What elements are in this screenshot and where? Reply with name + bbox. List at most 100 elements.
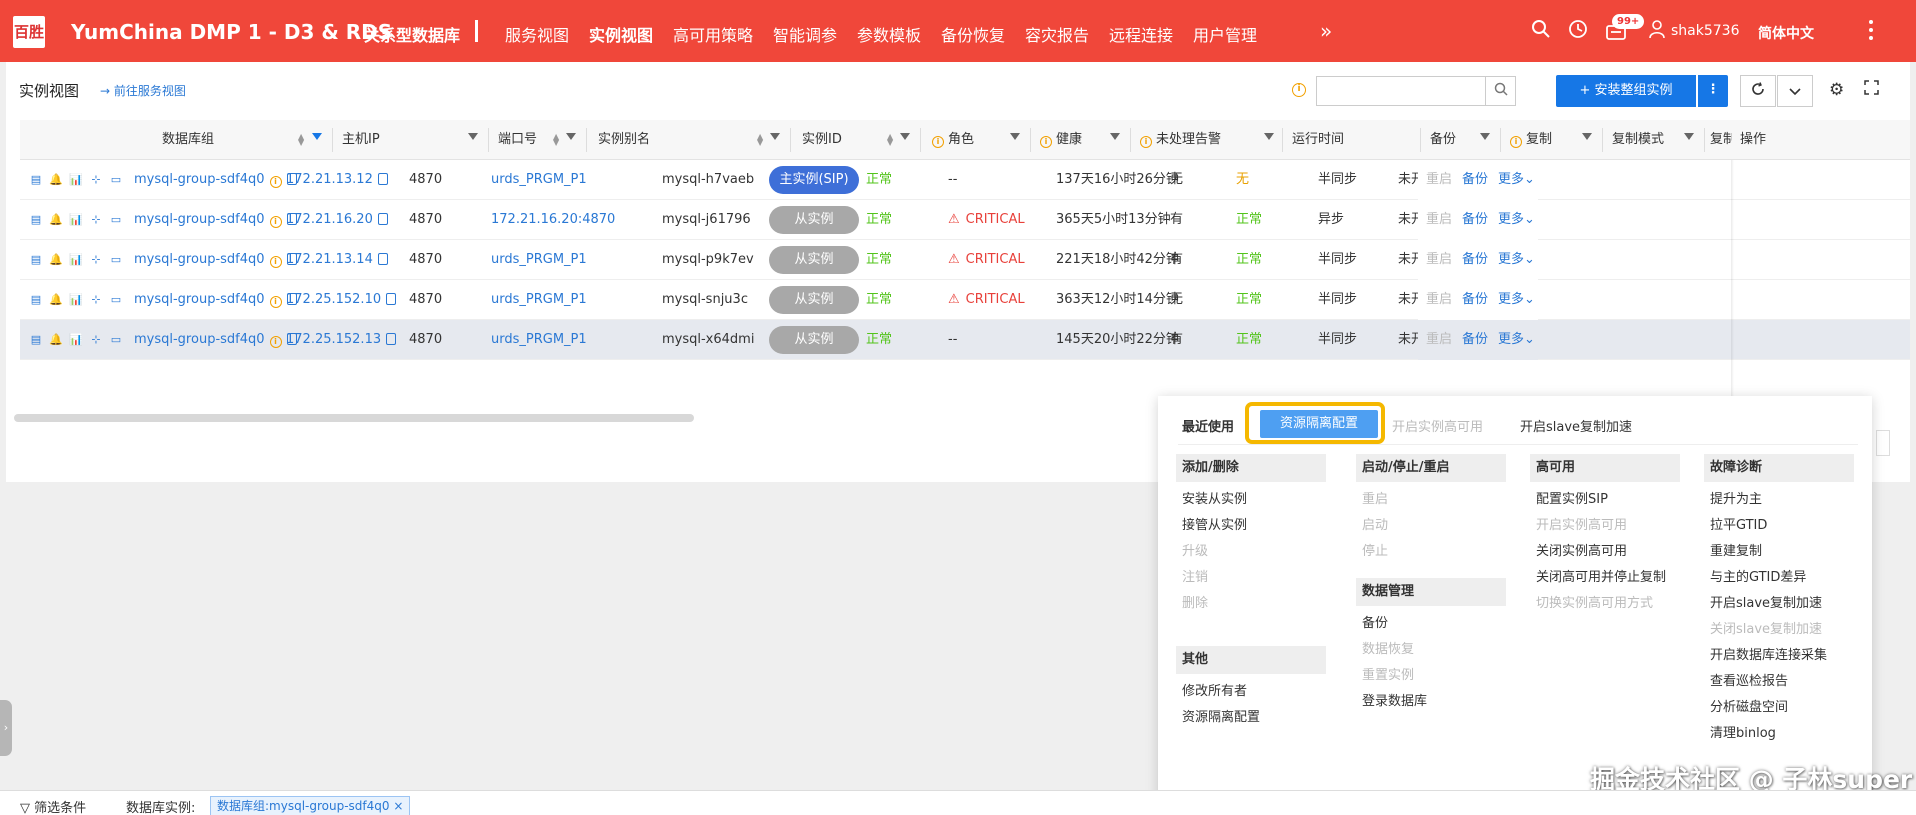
alias-link[interactable]: urds_PRGM_P1 xyxy=(491,320,587,360)
filter-icon[interactable] xyxy=(900,133,910,140)
backup-action[interactable]: 备份 xyxy=(1462,320,1488,360)
filter-icon[interactable] xyxy=(1582,133,1592,140)
monitor-chart-icon[interactable]: 📊 xyxy=(68,172,84,188)
restart-action[interactable]: 重启 xyxy=(1426,320,1452,360)
info-icon[interactable]: i xyxy=(1292,83,1306,97)
db-group-cell[interactable]: mysql-group-sdf4q0 i xyxy=(134,240,297,280)
copy-icon[interactable] xyxy=(377,173,388,185)
filter-icon[interactable] xyxy=(312,133,322,140)
menu-item-high-availability[interactable]: 关闭实例高可用 xyxy=(1536,540,1627,559)
topology-icon[interactable]: ⊹ xyxy=(88,332,104,348)
filter-icon[interactable] xyxy=(1110,133,1120,140)
nav-item-service-view[interactable]: 服务视图 xyxy=(505,22,569,46)
menu-item-add-remove[interactable]: 接管从实例 xyxy=(1182,514,1247,533)
filter-icon[interactable] xyxy=(1480,133,1490,140)
table-row[interactable]: ▤ 🔔 📊 ⊹ ▭ mysql-group-sdf4q0 i 172.21.13.14 4870… xyxy=(20,240,1910,280)
alert-cell[interactable]: ⚠ CRITICAL xyxy=(948,240,1025,280)
install-more-button[interactable]: ⋮ xyxy=(1698,75,1728,107)
user-icon[interactable] xyxy=(1648,19,1666,44)
info-icon[interactable]: i xyxy=(269,296,282,308)
restart-action[interactable]: 重启 xyxy=(1426,280,1452,320)
nav-item-ha-policy[interactable]: 高可用策略 xyxy=(673,22,753,46)
nav-item-smart-tuning[interactable]: 智能调参 xyxy=(773,22,837,46)
monitor-chart-icon[interactable]: 📊 xyxy=(68,332,84,348)
table-horizontal-scrollbar[interactable] xyxy=(14,414,694,422)
nav-item-dr-report[interactable]: 容灾报告 xyxy=(1025,22,1089,46)
history-clock-icon[interactable] xyxy=(1568,19,1588,44)
db-group-link[interactable]: mysql-group-sdf4q0 xyxy=(134,252,265,267)
fullscreen-icon[interactable] xyxy=(1864,80,1879,100)
menu-item-high-availability[interactable]: 配置实例SIP xyxy=(1536,488,1608,507)
alarm-bell-icon[interactable]: 🔔 xyxy=(48,252,64,268)
filter-tag[interactable]: 数据库组:mysql-group-sdf4q0 × xyxy=(210,796,411,815)
alarm-bell-icon[interactable]: 🔔 xyxy=(48,292,64,308)
restart-action[interactable]: 重启 xyxy=(1426,160,1452,200)
info-icon[interactable]: i xyxy=(269,256,282,268)
menu-item-fault-diagnosis[interactable]: 拉平GTID xyxy=(1710,514,1767,533)
search-input[interactable] xyxy=(1316,76,1516,106)
menu-item-other[interactable]: 资源隔离配置 xyxy=(1182,706,1260,725)
copy-icon[interactable] xyxy=(386,293,397,305)
menu-item-fault-diagnosis[interactable]: 清理binlog xyxy=(1710,722,1776,741)
topology-icon[interactable]: ⊹ xyxy=(88,292,104,308)
info-icon[interactable]: i xyxy=(269,216,282,228)
alarm-bell-icon[interactable]: 🔔 xyxy=(48,212,64,228)
recent-enable-ha[interactable]: 开启实例高可用 xyxy=(1392,416,1483,435)
sidebar-expand-handle[interactable]: › xyxy=(0,700,12,756)
backup-action[interactable]: 备份 xyxy=(1462,240,1488,280)
filter-icon[interactable] xyxy=(566,133,576,140)
filter-icon[interactable] xyxy=(468,133,478,140)
filter-icon[interactable] xyxy=(1010,133,1020,140)
backup-action[interactable]: 备份 xyxy=(1462,280,1488,320)
host-ip-cell[interactable]: 172.21.13.12 xyxy=(286,160,388,200)
table-row[interactable]: ▤ 🔔 📊 ⊹ ▭ mysql-group-sdf4q0 i 172.25.152.13 487… xyxy=(20,320,1910,360)
restart-action[interactable]: 重启 xyxy=(1426,200,1452,240)
more-actions-button[interactable]: 更多⌄ xyxy=(1498,320,1535,360)
host-ip-link[interactable]: 172.21.16.20 xyxy=(286,212,373,227)
host-ip-link[interactable]: 172.21.13.12 xyxy=(286,172,373,187)
host-ip-link[interactable]: 172.21.13.14 xyxy=(286,252,373,267)
topology-icon[interactable]: ⊹ xyxy=(88,252,104,268)
recent-resource-isolation[interactable]: 资源隔离配置 xyxy=(1260,410,1378,438)
detail-doc-icon[interactable]: ▤ xyxy=(28,212,44,228)
alarm-bell-icon[interactable]: 🔔 xyxy=(48,172,64,188)
sort-icon[interactable]: ▲ ▼ xyxy=(553,133,559,147)
host-ip-cell[interactable]: 172.25.152.13 xyxy=(286,320,397,360)
menu-item-fault-diagnosis[interactable]: 提升为主 xyxy=(1710,488,1762,507)
menu-item-fault-diagnosis[interactable]: 开启slave复制加速 xyxy=(1710,592,1822,611)
detail-doc-icon[interactable]: ▤ xyxy=(28,292,44,308)
console-icon[interactable]: ▭ xyxy=(108,252,124,268)
nav-item-backup-restore[interactable]: 备份恢复 xyxy=(941,22,1005,46)
menu-item-fault-diagnosis[interactable]: 与主的GTID差异 xyxy=(1710,566,1806,585)
monitor-chart-icon[interactable]: 📊 xyxy=(68,252,84,268)
db-group-cell[interactable]: mysql-group-sdf4q0 i xyxy=(134,320,297,360)
alert-cell[interactable]: ⚠ CRITICAL xyxy=(948,280,1025,320)
menu-item-data-mgmt[interactable]: 备份 xyxy=(1362,612,1388,631)
db-group-cell[interactable]: mysql-group-sdf4q0 i xyxy=(134,200,297,240)
more-actions-button[interactable]: 更多⌄ xyxy=(1498,280,1535,320)
nav-item-instance-view[interactable]: 实例视图 xyxy=(589,22,653,46)
table-row[interactable]: ▤ 🔔 📊 ⊹ ▭ mysql-group-sdf4q0 i 172.25.152.10 487… xyxy=(20,280,1910,320)
settings-gear-icon[interactable]: ⚙ xyxy=(1829,80,1844,100)
goto-service-view-link[interactable]: → 前往服务视图 xyxy=(100,82,186,99)
username[interactable]: shak5736 xyxy=(1671,23,1739,39)
info-icon[interactable]: i xyxy=(269,176,282,188)
nav-more-icon[interactable]: » xyxy=(1320,19,1332,43)
pagination-edge-control[interactable] xyxy=(1876,430,1890,456)
menu-item-data-mgmt[interactable]: 登录数据库 xyxy=(1362,690,1427,709)
db-group-cell[interactable]: mysql-group-sdf4q0 i xyxy=(134,280,297,320)
host-ip-cell[interactable]: 172.25.152.10 xyxy=(286,280,397,320)
detail-doc-icon[interactable]: ▤ xyxy=(28,172,44,188)
alias-link[interactable]: urds_PRGM_P1 xyxy=(491,160,587,200)
info-icon[interactable]: i xyxy=(269,336,282,348)
backup-action[interactable]: 备份 xyxy=(1462,200,1488,240)
menu-item-fault-diagnosis[interactable]: 分析磁盘空间 xyxy=(1710,696,1788,715)
monitor-chart-icon[interactable]: 📊 xyxy=(68,212,84,228)
db-group-cell[interactable]: mysql-group-sdf4q0 i xyxy=(134,160,297,200)
refresh-options-chevron-icon[interactable] xyxy=(1777,75,1813,107)
menu-item-high-availability[interactable]: 关闭高可用并停止复制 xyxy=(1536,566,1666,585)
db-group-link[interactable]: mysql-group-sdf4q0 xyxy=(134,212,265,227)
table-row[interactable]: ▤ 🔔 📊 ⊹ ▭ mysql-group-sdf4q0 i 172.21.13.12 4870… xyxy=(20,160,1910,200)
more-actions-button[interactable]: 更多⌄ xyxy=(1498,160,1535,200)
nav-relational-db[interactable]: 关系型数据库 xyxy=(364,22,460,46)
